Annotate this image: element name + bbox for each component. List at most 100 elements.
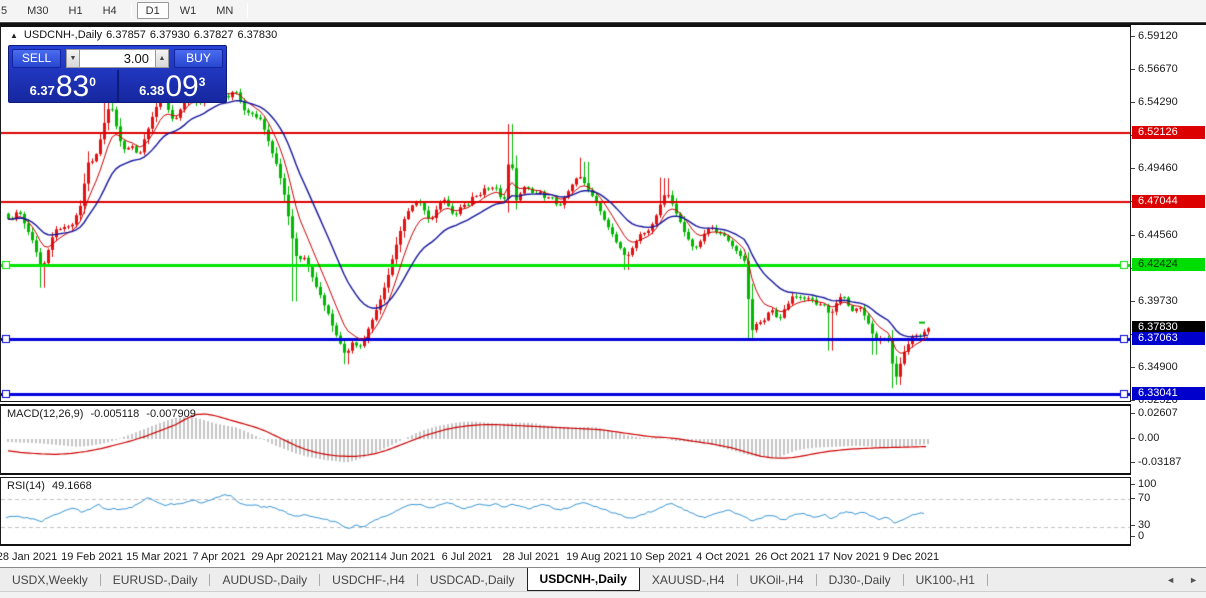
tab-audusd-daily[interactable]: AUDUSD-,Daily bbox=[210, 568, 319, 591]
buy-price-big: 09 bbox=[165, 70, 199, 103]
indicator-tick-label: 70 bbox=[1138, 492, 1151, 504]
macd-name: MACD(12,26,9) bbox=[7, 408, 84, 420]
indicator-tick-mark bbox=[1131, 498, 1135, 499]
rsi-label: RSI(14) 49.1668 bbox=[7, 480, 96, 492]
date-tick-label: 19 Aug 2021 bbox=[566, 551, 628, 563]
rsi-value: 49.1668 bbox=[51, 480, 92, 492]
timeframe-toolbar: 5 M30 H1 H4 D1 W1 MN bbox=[0, 0, 1206, 21]
indicator-tick-mark bbox=[1131, 438, 1135, 439]
toolbar-separator bbox=[247, 3, 249, 18]
rsi-name: RSI(14) bbox=[7, 480, 45, 492]
price-tick-label: 6.54290 bbox=[1138, 96, 1178, 108]
price-tick-label: 6.56670 bbox=[1138, 63, 1178, 75]
volume-input[interactable]: 3.00 bbox=[80, 48, 155, 68]
macd-signal-value: -0.007909 bbox=[146, 408, 196, 420]
date-tick-label: 28 Jan 2021 bbox=[0, 551, 58, 563]
indicator-tick-label: 0.00 bbox=[1138, 432, 1160, 444]
volume-increase-icon[interactable]: ▲ bbox=[155, 48, 169, 68]
date-tick-label: 6 Jul 2021 bbox=[441, 551, 493, 563]
price-tick-mark bbox=[1131, 36, 1135, 37]
price-tick-mark bbox=[1131, 102, 1135, 103]
rsi-canvas[interactable] bbox=[1, 478, 1130, 543]
price-badge-6.52126: 6.52126 bbox=[1132, 126, 1205, 139]
date-tick-label: 29 Apr 2021 bbox=[251, 551, 311, 563]
price-tick-mark bbox=[1131, 168, 1135, 169]
macd-label: MACD(12,26,9) -0.005118 -0.007909 bbox=[7, 408, 200, 420]
buy-price-small: 6.38 bbox=[139, 83, 165, 98]
tab-dj30-daily[interactable]: DJ30-,Daily bbox=[817, 568, 903, 591]
tab-usdx-weekly[interactable]: USDX,Weekly bbox=[0, 568, 100, 591]
sell-price-small: 6.37 bbox=[29, 83, 55, 98]
indicator-tick-mark bbox=[1131, 536, 1135, 537]
timeframe-button-d1[interactable]: D1 bbox=[136, 2, 169, 19]
price-badge-6.33041: 6.33041 bbox=[1132, 387, 1205, 400]
tab-eurusd-daily[interactable]: EURUSD-,Daily bbox=[101, 568, 210, 591]
tab-xauusd-h4[interactable]: XAUUSD-,H4 bbox=[640, 568, 737, 591]
up-triangle-icon: ▲ bbox=[10, 30, 18, 40]
price-tick-label: 6.44560 bbox=[1138, 229, 1178, 241]
sell-price-pip: 0 bbox=[89, 75, 96, 89]
timeframe-button-h1[interactable]: H1 bbox=[60, 2, 92, 19]
indicator-tick-mark bbox=[1131, 484, 1135, 485]
tab-scroll-arrows: ◄ ► bbox=[1166, 568, 1198, 592]
quote-open: 6.37857 bbox=[106, 29, 146, 41]
quote-close: 6.37830 bbox=[237, 29, 278, 41]
timeframe-button-m30[interactable]: M30 bbox=[18, 2, 57, 19]
date-tick-label: 26 Oct 2021 bbox=[755, 551, 815, 563]
time-scale[interactable]: 28 Jan 2021 19 Feb 2021 15 Mar 2021 7 Apr 2… bbox=[0, 546, 1131, 567]
buy-button[interactable]: BUY bbox=[174, 48, 223, 68]
date-tick-label: 9 Dec 2021 bbox=[882, 551, 940, 563]
timeframe-button-h4[interactable]: H4 bbox=[94, 2, 126, 19]
date-tick-label: 10 Sep 2021 bbox=[629, 551, 693, 563]
tab-usdcad-daily[interactable]: USDCAD-,Daily bbox=[418, 568, 527, 591]
price-badge-6.37063: 6.37063 bbox=[1132, 332, 1205, 345]
buy-price-display[interactable]: 6.38 09 3 bbox=[119, 70, 227, 103]
indicator-tick-label: 0.02607 bbox=[1138, 407, 1178, 419]
indicator-tick-label: 0 bbox=[1138, 530, 1145, 542]
indicator-tick-mark bbox=[1131, 462, 1135, 463]
tab-ukoil-h4[interactable]: UKOil-,H4 bbox=[738, 568, 816, 591]
price-tick-mark bbox=[1131, 235, 1135, 236]
sell-price-display[interactable]: 6.37 83 0 bbox=[9, 70, 117, 103]
price-tick-mark bbox=[1131, 301, 1135, 302]
trading-platform-window: { "toolbar": { "items": ["5", "M30", "H1… bbox=[0, 0, 1206, 598]
chart-title: ▲ USDCNH-,Daily 6.37857 6.37930 6.37827 … bbox=[10, 29, 277, 41]
timeframe-button-w1[interactable]: W1 bbox=[171, 2, 206, 19]
price-tick-label: 6.49460 bbox=[1138, 162, 1178, 174]
date-tick-label: 28 Jul 2021 bbox=[502, 551, 560, 563]
price-scale[interactable]: 6.591206.566706.542906.518406.494606.470… bbox=[1131, 25, 1206, 406]
macd-indicator-pane: MACD(12,26,9) -0.005118 -0.007909 bbox=[0, 404, 1131, 475]
price-tick-label: 6.34900 bbox=[1138, 361, 1178, 373]
date-tick-label: 4 Oct 2021 bbox=[696, 551, 750, 563]
sell-button[interactable]: SELL bbox=[12, 48, 61, 68]
indicator-tick-label: -0.03187 bbox=[1138, 456, 1182, 468]
statusbar-strip bbox=[0, 591, 1206, 598]
date-tick-label: 7 Apr 2021 bbox=[192, 551, 246, 563]
price-tick-mark bbox=[1131, 69, 1135, 70]
chart-tab-bar: USDX,Weekly EURUSD-,Daily AUDUSD-,Daily USD… bbox=[0, 567, 1206, 591]
quote-low: 6.37827 bbox=[193, 29, 234, 41]
price-tick-mark bbox=[1131, 400, 1135, 401]
timeframe-button-mn[interactable]: MN bbox=[207, 2, 242, 19]
date-tick-label: 19 Feb 2021 bbox=[61, 551, 123, 563]
date-tick-label: 21 May 2021 bbox=[311, 551, 375, 563]
indicator-tick-label: 100 bbox=[1138, 478, 1157, 490]
timeframe-button-5[interactable]: 5 bbox=[0, 2, 16, 19]
price-tick-mark bbox=[1131, 367, 1135, 368]
tab-usdcnh-daily[interactable]: USDCNH-,Daily bbox=[526, 568, 640, 591]
tab-uk100-h1[interactable]: UK100-,H1 bbox=[904, 568, 987, 591]
sell-price-big: 83 bbox=[55, 70, 90, 103]
one-click-trade-panel: SELL ▼ 3.00 ▲ BUY 6.37 83 0 6.38 09 3 bbox=[8, 45, 227, 103]
rsi-indicator-pane: RSI(14) 49.1668 bbox=[0, 477, 1131, 546]
price-badge-6.47044: 6.47044 bbox=[1132, 195, 1205, 208]
volume-decrease-icon[interactable]: ▼ bbox=[66, 48, 80, 68]
tab-usdchf-h4[interactable]: USDCHF-,H4 bbox=[320, 568, 417, 591]
price-badge-6.42424: 6.42424 bbox=[1132, 258, 1205, 271]
tab-scroll-right-icon[interactable]: ► bbox=[1189, 575, 1198, 585]
macd-main-value: -0.005118 bbox=[90, 408, 140, 420]
volume-stepper: ▼ 3.00 ▲ bbox=[66, 48, 169, 68]
tab-scroll-left-icon[interactable]: ◄ bbox=[1166, 575, 1175, 585]
chart-symbol-label: USDCNH-,Daily bbox=[23, 29, 103, 41]
quote-high: 6.37930 bbox=[149, 29, 190, 41]
indicator-tick-mark bbox=[1131, 525, 1135, 526]
